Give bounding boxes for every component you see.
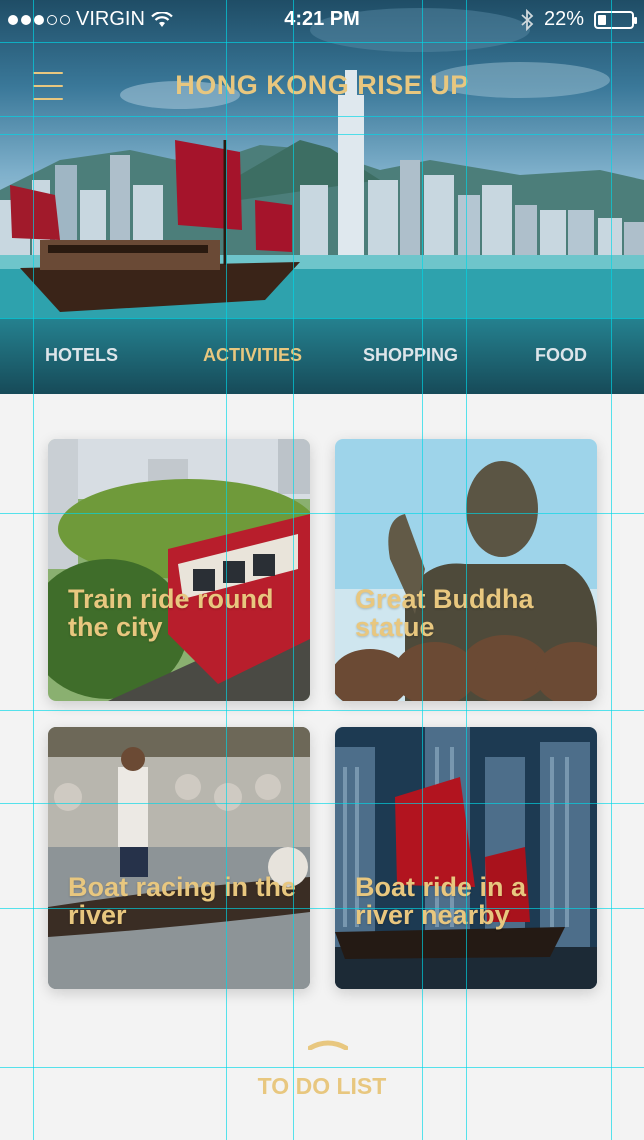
hero-banner: VIRGIN 4:21 PM 22% HONG KONG RISE UP HOT… [0, 0, 644, 394]
battery-icon [594, 10, 637, 29]
guide-line [0, 710, 644, 711]
activity-card-great-buddha[interactable]: Great Buddha statue [335, 439, 597, 701]
activity-card-boat-racing[interactable]: Boat racing in the river [48, 727, 310, 989]
activity-card-boat-ride[interactable]: Boat ride in a river nearby [335, 727, 597, 989]
battery-percentage: 22% [543, 8, 584, 30]
junk-boat-night-image [335, 727, 597, 989]
activity-card-train-ride[interactable]: Train ride round the city [48, 439, 310, 701]
train-ride-image [48, 439, 310, 701]
card-title: Boat racing in the river [68, 872, 297, 930]
tab-hotels[interactable]: HOTELS [45, 345, 118, 366]
tab-shopping[interactable]: SHOPPING [363, 345, 458, 366]
card-title: Boat ride in a river nearby [355, 872, 527, 930]
great-buddha-image [335, 439, 597, 701]
category-tab-bar: HOTELS ACTIVITIES SHOPPING FOOD [0, 318, 644, 394]
todo-list-button[interactable]: TO DO LIST [0, 1073, 644, 1100]
card-title: Great Buddha statue [355, 584, 534, 642]
tab-food[interactable]: FOOD [535, 345, 587, 366]
app-title: HONG KONG RISE UP [175, 70, 469, 100]
status-bar: VIRGIN 4:21 PM 22% [0, 0, 644, 40]
card-title: Train ride round the city [68, 584, 274, 642]
tab-activities[interactable]: ACTIVITIES [203, 345, 302, 366]
pull-up-handle-icon[interactable] [308, 1040, 348, 1050]
guide-line [0, 1067, 644, 1068]
dragon-boat-racing-image [48, 727, 310, 989]
bluetooth-icon [521, 8, 534, 31]
